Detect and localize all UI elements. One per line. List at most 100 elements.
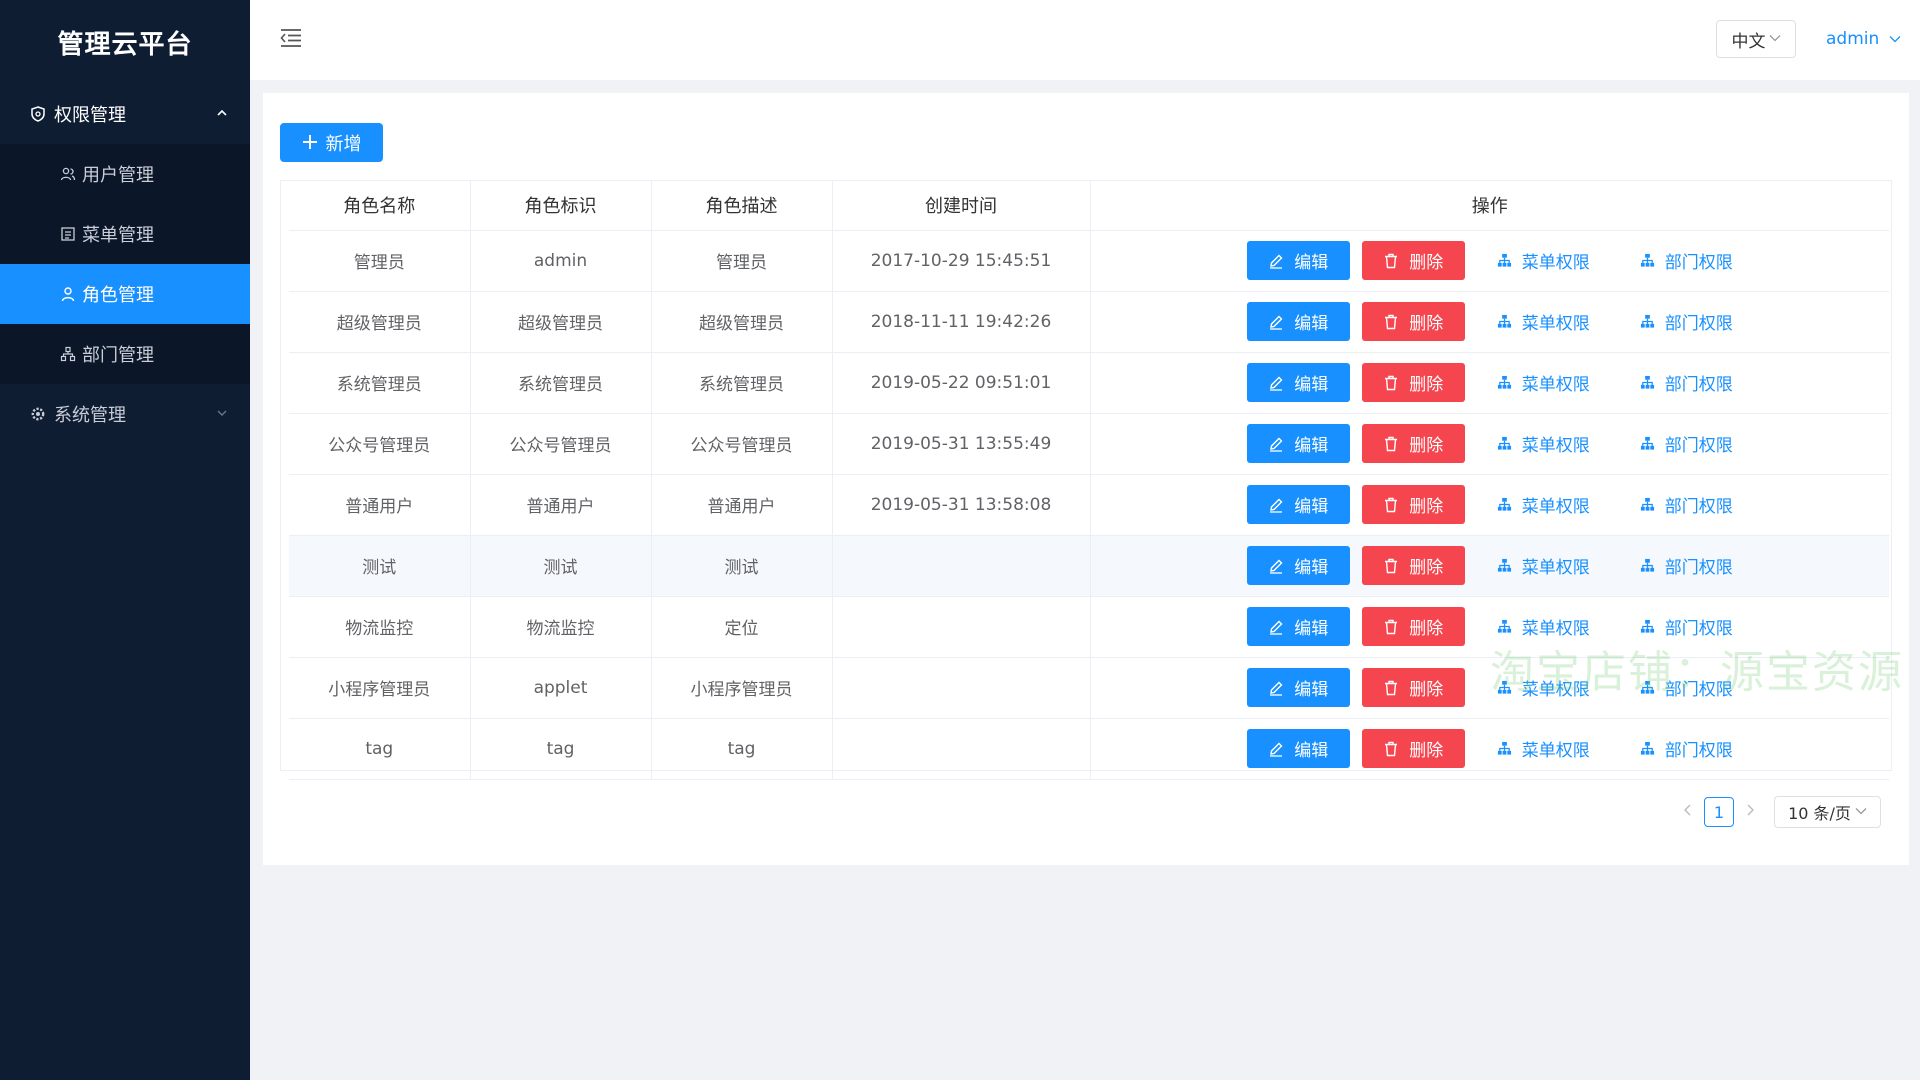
cell-role-desc: 定位: [651, 596, 833, 658]
org-icon: [1640, 375, 1655, 390]
delete-button[interactable]: 删除: [1361, 302, 1465, 341]
menu-permission-link[interactable]: 菜单权限: [1497, 553, 1590, 578]
delete-button[interactable]: 删除: [1361, 363, 1465, 402]
delete-button[interactable]: 删除: [1361, 241, 1465, 280]
sidebar-item-users[interactable]: 用户管理: [0, 144, 250, 204]
org-icon: [1497, 680, 1512, 695]
table-row: 超级管理员 超级管理员 超级管理员 2018-11-11 19:42:26 编辑…: [289, 291, 1889, 353]
roles-table: 角色名称 角色标识 角色描述 创建时间 操作 管理员 admin 管理员 201…: [280, 180, 1892, 780]
menu-group-label: 系统管理: [54, 405, 126, 426]
pencil-icon: [1268, 436, 1284, 452]
cell-role-desc: tag: [651, 718, 833, 780]
dept-permission-link[interactable]: 部门权限: [1640, 370, 1733, 395]
menu-group-system[interactable]: 系统管理: [0, 384, 250, 444]
menu-permission-label: 菜单权限: [1521, 680, 1590, 700]
menu-permission-label: 菜单权限: [1521, 436, 1590, 456]
trash-icon: [1383, 619, 1399, 635]
user-menu[interactable]: admin: [1826, 29, 1901, 49]
delete-button[interactable]: 删除: [1361, 546, 1465, 585]
menu-permission-link[interactable]: 菜单权限: [1497, 431, 1590, 456]
cell-role-name: tag: [289, 718, 471, 780]
dept-permission-link[interactable]: 部门权限: [1640, 736, 1733, 761]
cell-role-name: 超级管理员: [289, 291, 471, 353]
dept-permission-label: 部门权限: [1664, 680, 1733, 700]
table-row: 管理员 admin 管理员 2017-10-29 15:45:51 编辑 删除 …: [289, 230, 1889, 292]
dept-permission-link[interactable]: 部门权限: [1640, 614, 1733, 639]
content-card: 新增 角色名称 角色标识 角色描述 创建时间 操作 管理员 admin 管理员 …: [263, 93, 1909, 865]
language-select[interactable]: 中文: [1716, 20, 1796, 58]
sidebar-item-menus[interactable]: 菜单管理: [0, 204, 250, 264]
edit-label: 编辑: [1294, 558, 1329, 577]
indent-icon[interactable]: [280, 28, 302, 48]
add-role-button[interactable]: 新增: [280, 123, 383, 162]
edit-button[interactable]: 编辑: [1246, 241, 1350, 280]
delete-button[interactable]: 删除: [1361, 424, 1465, 463]
cell-role-name: 公众号管理员: [289, 413, 471, 475]
edit-button[interactable]: 编辑: [1246, 424, 1350, 463]
edit-button[interactable]: 编辑: [1246, 302, 1350, 341]
dept-permission-link[interactable]: 部门权限: [1640, 309, 1733, 334]
edit-label: 编辑: [1294, 253, 1329, 272]
user-name: admin: [1826, 29, 1880, 49]
sidebar-item-label: 部门管理: [82, 345, 154, 366]
edit-button[interactable]: 编辑: [1246, 668, 1350, 707]
org-icon: [1497, 619, 1512, 634]
dept-permission-link[interactable]: 部门权限: [1640, 431, 1733, 456]
cell-created-time: 2019-05-31 13:58:08: [832, 474, 1091, 536]
column-header: 角色标识: [470, 181, 652, 231]
delete-button[interactable]: 删除: [1361, 607, 1465, 646]
edit-button[interactable]: 编辑: [1246, 607, 1350, 646]
table-row: tag tag tag 编辑 删除 菜单权限 部门权限: [289, 718, 1889, 780]
delete-label: 删除: [1409, 497, 1444, 516]
edit-label: 编辑: [1294, 436, 1329, 455]
edit-button[interactable]: 编辑: [1246, 485, 1350, 524]
page-number[interactable]: 1: [1704, 797, 1734, 827]
org-icon: [1497, 375, 1512, 390]
menu-permission-link[interactable]: 菜单权限: [1497, 248, 1590, 273]
chevron-right-icon[interactable]: [1740, 804, 1760, 820]
menu-permission-link[interactable]: 菜单权限: [1497, 309, 1590, 334]
menu-permission-link[interactable]: 菜单权限: [1497, 614, 1590, 639]
pencil-icon: [1268, 497, 1284, 513]
pencil-icon: [1268, 619, 1284, 635]
edit-button[interactable]: 编辑: [1246, 729, 1350, 768]
cell-role-key: admin: [470, 230, 652, 292]
cell-role-desc: 小程序管理员: [651, 657, 833, 719]
trash-icon: [1383, 314, 1399, 330]
edit-button[interactable]: 编辑: [1246, 546, 1350, 585]
menu-permission-label: 菜单权限: [1521, 619, 1590, 639]
shield-icon: [30, 106, 46, 122]
menu-permission-link[interactable]: 菜单权限: [1497, 370, 1590, 395]
org-icon: [1640, 314, 1655, 329]
delete-button[interactable]: 删除: [1361, 668, 1465, 707]
org-icon: [1640, 558, 1655, 573]
chevron-down-icon: [216, 407, 228, 422]
org-icon: [60, 346, 76, 362]
chevron-left-icon[interactable]: [1678, 804, 1698, 820]
sidebar-item-departments[interactable]: 部门管理: [0, 324, 250, 384]
sidebar-item-roles[interactable]: 角色管理: [0, 264, 250, 324]
delete-button[interactable]: 删除: [1361, 485, 1465, 524]
cell-actions: 编辑 删除 菜单权限 部门权限: [1090, 718, 1889, 780]
menu-group-permission[interactable]: 权限管理: [0, 84, 250, 144]
delete-label: 删除: [1409, 680, 1444, 699]
delete-label: 删除: [1409, 314, 1444, 333]
trash-icon: [1383, 375, 1399, 391]
dept-permission-label: 部门权限: [1664, 741, 1733, 761]
org-icon: [1497, 497, 1512, 512]
page-size-select[interactable]: 10 条/页: [1774, 796, 1881, 828]
menu-permission-link[interactable]: 菜单权限: [1497, 492, 1590, 517]
delete-button[interactable]: 删除: [1361, 729, 1465, 768]
trash-icon: [1383, 558, 1399, 574]
delete-label: 删除: [1409, 619, 1444, 638]
dept-permission-link[interactable]: 部门权限: [1640, 675, 1733, 700]
dept-permission-link[interactable]: 部门权限: [1640, 492, 1733, 517]
dept-permission-label: 部门权限: [1664, 375, 1733, 395]
menu-permission-link[interactable]: 菜单权限: [1497, 736, 1590, 761]
delete-label: 删除: [1409, 436, 1444, 455]
menu-permission-link[interactable]: 菜单权限: [1497, 675, 1590, 700]
dept-permission-link[interactable]: 部门权限: [1640, 248, 1733, 273]
table-header-row: 角色名称 角色标识 角色描述 创建时间 操作: [289, 181, 1889, 231]
edit-button[interactable]: 编辑: [1246, 363, 1350, 402]
dept-permission-link[interactable]: 部门权限: [1640, 553, 1733, 578]
